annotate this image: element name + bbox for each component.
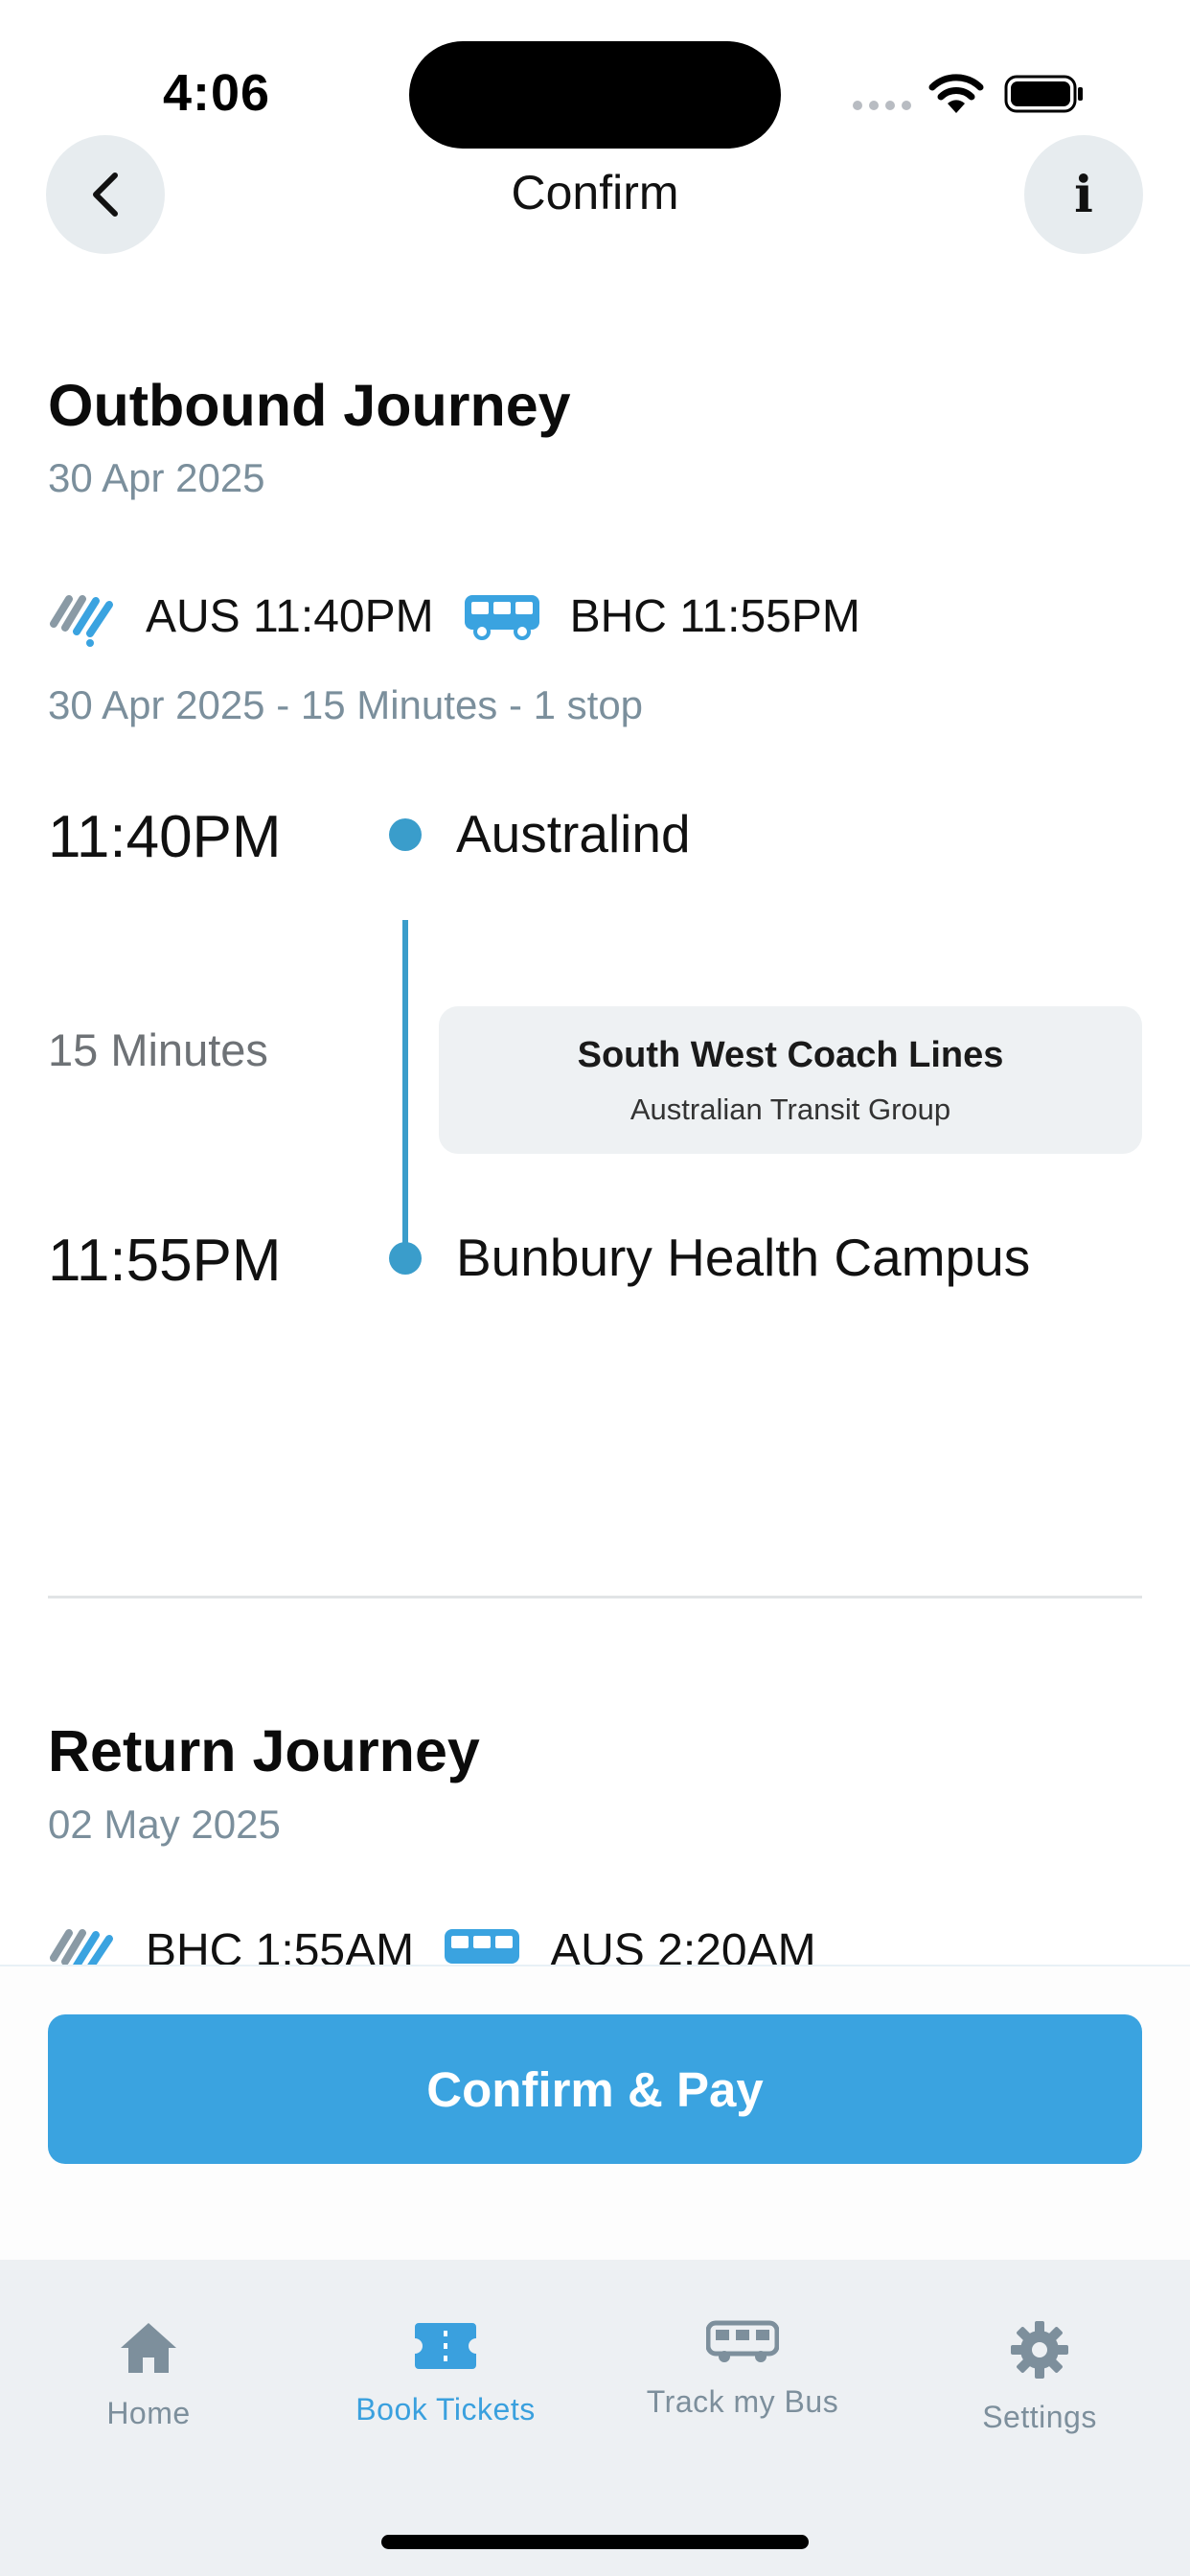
tab-book-tickets[interactable]: Book Tickets [297,2319,594,2427]
outbound-title: Outbound Journey [48,373,571,438]
confirm-pay-button[interactable]: Confirm & Pay [48,2014,1142,2164]
bus-icon [445,1929,520,1964]
battery-icon [1004,75,1083,113]
return-date: 02 May 2025 [48,1802,281,1847]
tab-track-my-bus-label: Track my Bus [646,2384,839,2419]
wifi-icon [928,74,984,113]
status-time: 4:06 [163,64,271,122]
return-route-clip: BHC 1:55AM AUS 2:20AM [0,1907,1190,1966]
page-title: Confirm [511,166,679,219]
arrive-time: 11:55PM [48,1228,282,1294]
info-button[interactable]: i [1024,135,1143,254]
return-to-label: AUS 2:20AM [550,1924,816,1967]
outbound-from-label: AUS 11:40PM [146,590,434,642]
depart-dot [389,818,422,851]
outbound-date: 30 Apr 2025 [48,455,265,500]
bus-icon [464,595,539,640]
outbound-route-summary: AUS 11:40PM BHC 11:55PM [48,583,860,650]
ticket-icon [415,2323,476,2369]
tab-book-tickets-label: Book Tickets [355,2392,536,2426]
return-route-summary: BHC 1:55AM AUS 2:20AM [48,1917,816,1966]
return-title: Return Journey [48,1718,480,1783]
outbound-meta: 30 Apr 2025 - 15 Minutes - 1 stop [48,682,644,727]
timeline-line [402,920,408,1257]
tab-track-my-bus[interactable]: Track my Bus [594,2319,891,2420]
operator-group: Australian Transit Group [629,1092,951,1126]
tab-settings-label: Settings [982,2400,1097,2434]
depart-time: 11:40PM [48,804,282,870]
gear-icon [1011,2321,1068,2379]
operator-logo-icon [50,595,113,647]
operator-card: South West Coach Lines Australian Transi… [439,1006,1142,1154]
home-icon [121,2323,176,2373]
bus-icon [706,2320,779,2362]
arrive-dot [389,1242,422,1275]
dynamic-island [409,41,781,149]
info-icon: i [1074,165,1093,224]
return-from-label: BHC 1:55AM [146,1924,415,1967]
operator-logo-icon [50,1929,113,1966]
depart-stop: Australind [456,804,691,863]
operator-name: South West Coach Lines [577,1035,1004,1075]
outbound-to-label: BHC 11:55PM [569,590,860,642]
tab-home[interactable]: Home [0,2319,297,2431]
tab-home-label: Home [106,2396,191,2430]
trip-duration: 15 Minutes [48,1024,268,1075]
tab-settings[interactable]: Settings [891,2319,1188,2435]
confirm-screen: 4:06 Confirm i Outbound Journey 30 Apr 2… [0,0,1190,2576]
arrive-stop: Bunbury Health Campus [456,1228,1031,1287]
home-indicator [381,2535,809,2549]
section-divider [48,1596,1142,1598]
cellular-signal-icon [853,101,911,110]
